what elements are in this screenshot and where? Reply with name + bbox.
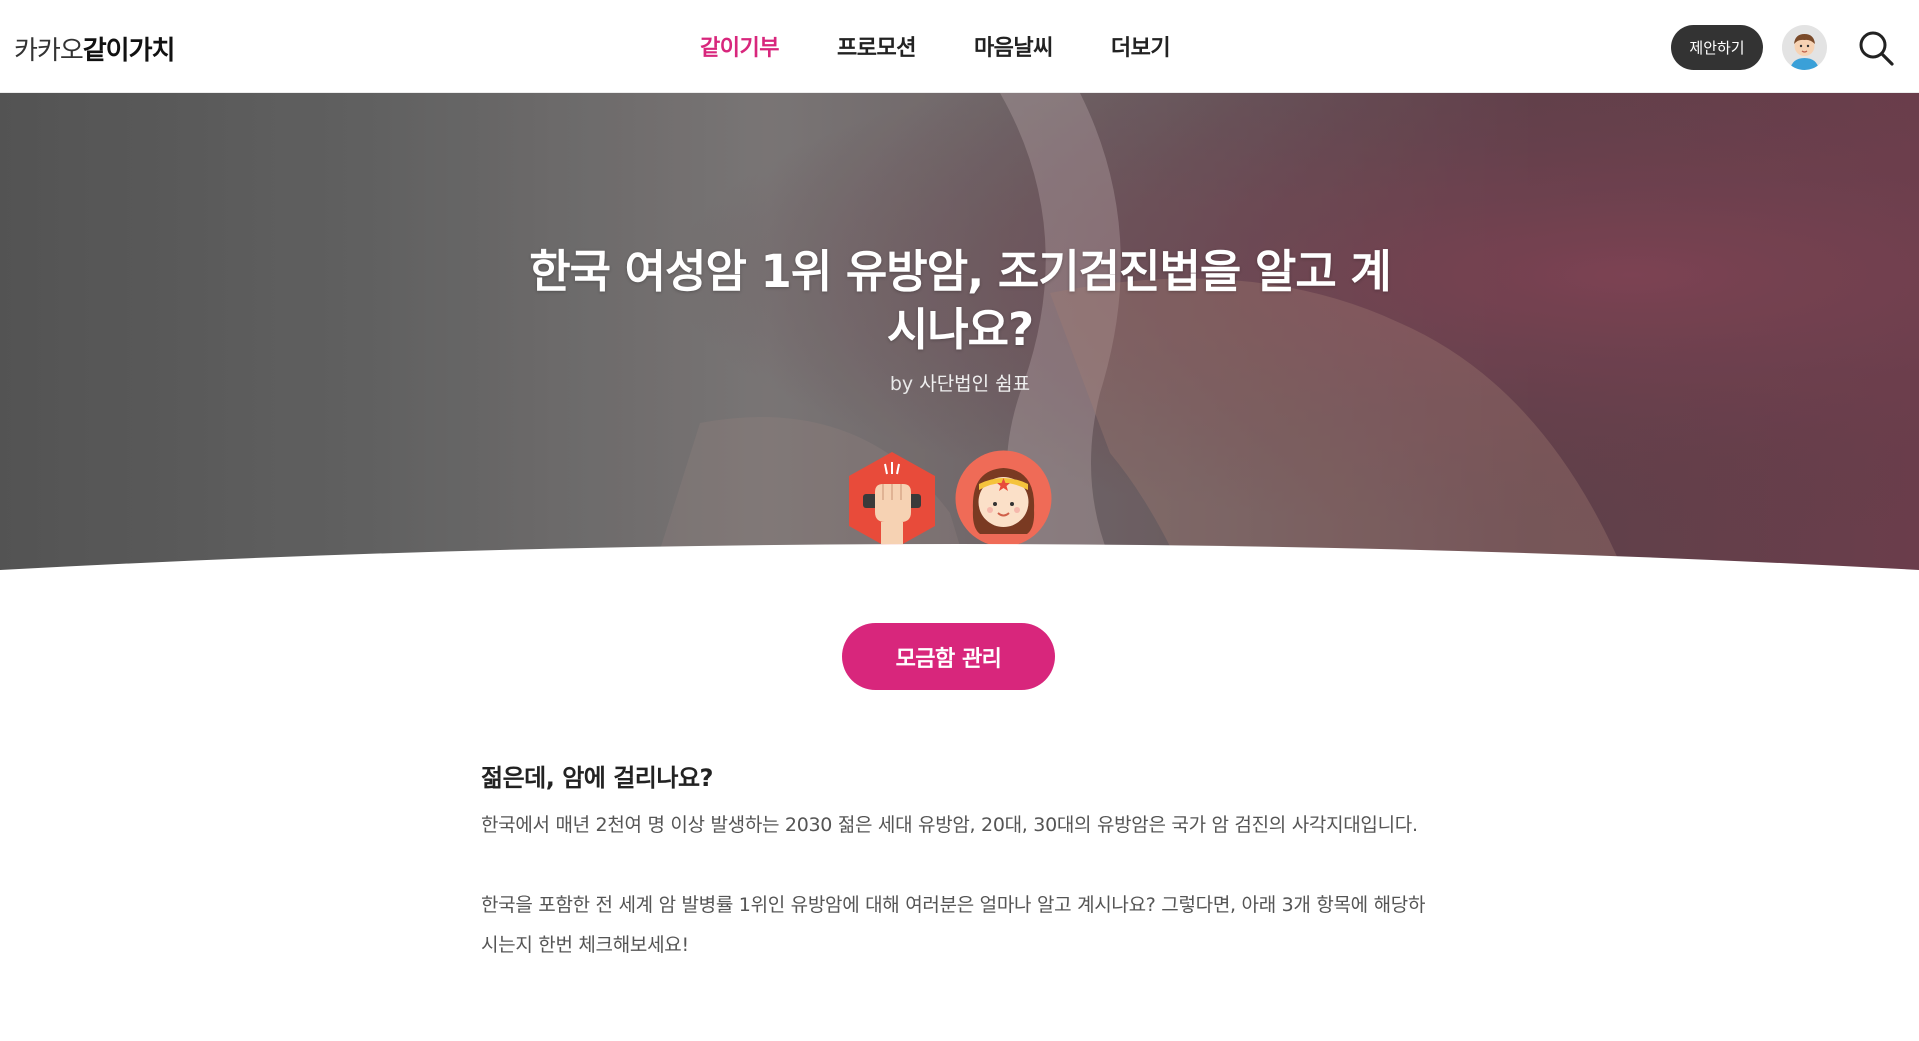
avatar[interactable] bbox=[1782, 25, 1827, 70]
story-heading: 젊은데, 암에 걸리나요? bbox=[481, 764, 713, 792]
logo-kakao-text: 카카오 bbox=[14, 36, 84, 66]
manage-fundraiser-button[interactable]: 모금함 관리 bbox=[842, 623, 1055, 690]
campaign-story: 젊은데, 암에 걸리나요? 한국에서 매년 2천여 명 이상 발생하는 2030… bbox=[481, 758, 1441, 965]
kakao-gachi-logo[interactable]: 카카오같이가치 bbox=[14, 30, 176, 67]
main-nav: 같이기부 프로모션 마음날씨 더보기 bbox=[700, 30, 1171, 62]
organizer-name[interactable]: 사단법인 쉼표 bbox=[919, 373, 1030, 395]
campaign-organizer: by 사단법인 쉼표 bbox=[760, 369, 1160, 396]
nav-item-promotion[interactable]: 프로모션 bbox=[837, 30, 916, 62]
nav-item-donation[interactable]: 같이기부 bbox=[700, 30, 779, 62]
campaign-title: 한국 여성암 1위 유방암, 조기검진법을 알고 계시나요? bbox=[529, 245, 1392, 356]
site-header: 카카오같이가치 같이기부 프로모션 마음날씨 더보기 제안하기 bbox=[0, 0, 1919, 93]
nav-item-mind-weather[interactable]: 마음날씨 bbox=[974, 30, 1053, 62]
hero-bottom-curve bbox=[0, 544, 1919, 613]
story-paragraph-1: 한국에서 매년 2천여 명 이상 발생하는 2030 젊은 세대 유방암, 20… bbox=[481, 814, 1418, 836]
heroine-badge-icon[interactable] bbox=[955, 450, 1052, 547]
campaign-hero: 한국 여성암 1위 유방암, 조기검진법을 알고 계시나요? by 사단법인 쉼… bbox=[0, 93, 1919, 600]
search-icon[interactable] bbox=[1856, 28, 1896, 68]
propose-button[interactable]: 제안하기 bbox=[1671, 25, 1763, 70]
logo-gachi-text: 같이가치 bbox=[82, 36, 176, 66]
nav-item-more[interactable]: 더보기 bbox=[1111, 30, 1171, 62]
fist-badge-icon[interactable] bbox=[845, 450, 939, 552]
user-avatar-icon bbox=[1782, 25, 1827, 70]
by-prefix: by bbox=[889, 373, 914, 395]
story-paragraph-2: 한국을 포함한 전 세계 암 발병률 1위인 유방암에 대해 여러분은 얼마나 … bbox=[481, 894, 1426, 956]
